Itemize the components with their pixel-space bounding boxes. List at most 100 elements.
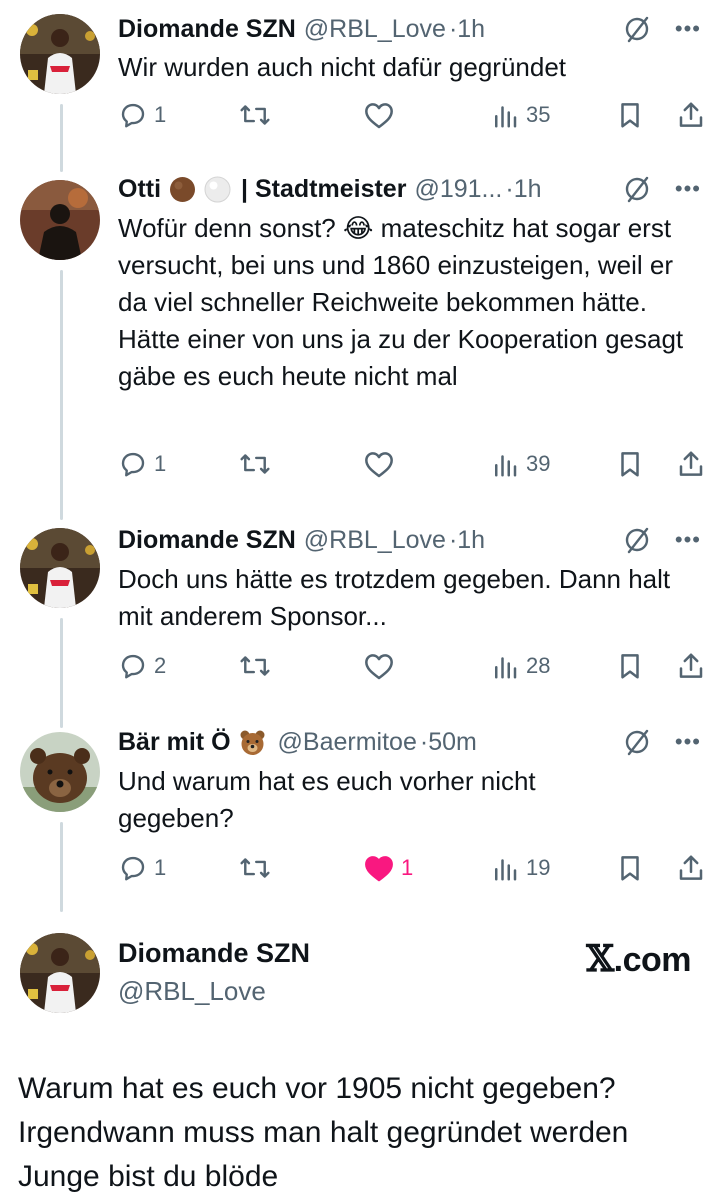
views-button[interactable]: 39 bbox=[490, 447, 550, 481]
like-button[interactable] bbox=[363, 649, 401, 683]
retweet-button[interactable] bbox=[238, 649, 278, 683]
tweet-actions: 1 1 19 bbox=[118, 851, 708, 885]
heart-icon bbox=[363, 449, 395, 479]
bookmark-icon bbox=[615, 100, 645, 130]
tweet-text: Doch uns hätte es trotzdem gegeben. Dann… bbox=[118, 564, 671, 631]
avatar[interactable] bbox=[20, 528, 100, 608]
views-count: 28 bbox=[526, 653, 551, 678]
bear-icon bbox=[239, 729, 266, 756]
bookmark-button[interactable] bbox=[615, 851, 645, 885]
share-icon bbox=[676, 449, 706, 479]
author-handle[interactable]: @191... bbox=[414, 175, 502, 204]
like-button[interactable] bbox=[363, 98, 401, 132]
white-circle-icon bbox=[204, 176, 231, 203]
author-name[interactable]: Diomande SZN bbox=[118, 526, 296, 555]
bookmark-button[interactable] bbox=[615, 447, 645, 481]
grok-icon[interactable] bbox=[623, 15, 651, 43]
author-handle[interactable]: @RBL_Love bbox=[118, 976, 266, 1007]
grok-icon[interactable] bbox=[623, 728, 651, 756]
tweet-actions: 1 35 bbox=[118, 98, 708, 132]
like-count: 1 bbox=[401, 855, 414, 880]
tweet-text: Wir wurden auch nicht dafür gegründet bbox=[118, 52, 567, 82]
tweet-text: Wofür denn sonst? 😂 mateschitz hat sogar… bbox=[118, 213, 684, 391]
grok-icon[interactable] bbox=[623, 175, 651, 203]
share-button[interactable] bbox=[676, 851, 706, 885]
separator-dot: · bbox=[448, 14, 458, 43]
reply-icon bbox=[118, 651, 148, 681]
avatar[interactable] bbox=[20, 180, 100, 260]
share-icon bbox=[676, 100, 706, 130]
author-handle[interactable]: @Baermitoe bbox=[278, 728, 417, 757]
separator-dot: · bbox=[448, 525, 458, 554]
reply-icon bbox=[118, 449, 148, 479]
heart-icon bbox=[363, 100, 395, 130]
views-count: 19 bbox=[526, 855, 551, 880]
more-icon[interactable]: ••• bbox=[675, 178, 701, 200]
brown-circle-icon bbox=[169, 176, 196, 203]
thread-line bbox=[60, 270, 63, 520]
share-icon bbox=[676, 853, 706, 883]
bookmark-icon bbox=[615, 651, 645, 681]
timestamp[interactable]: 1h bbox=[457, 15, 485, 44]
like-button[interactable]: 1 bbox=[363, 851, 413, 885]
separator-dot: · bbox=[419, 727, 429, 756]
avatar[interactable] bbox=[20, 933, 100, 1013]
reply-button[interactable]: 1 bbox=[118, 447, 166, 481]
like-button[interactable] bbox=[363, 447, 401, 481]
retweet-button[interactable] bbox=[238, 98, 278, 132]
author-name[interactable]: Diomande SZN bbox=[118, 938, 310, 969]
author-name[interactable]: Otti bbox=[118, 175, 161, 204]
more-icon[interactable]: ••• bbox=[675, 731, 701, 753]
timestamp[interactable]: 1h bbox=[457, 526, 485, 555]
reply-icon bbox=[118, 853, 148, 883]
reply-icon bbox=[118, 100, 148, 130]
retweet-icon bbox=[238, 449, 272, 479]
reply-count: 1 bbox=[154, 451, 167, 476]
grok-icon[interactable] bbox=[623, 526, 651, 554]
reply-button[interactable]: 1 bbox=[118, 851, 166, 885]
bookmark-icon bbox=[615, 449, 645, 479]
views-button[interactable]: 35 bbox=[490, 98, 550, 132]
x-logo-icon: 𝕏 bbox=[586, 938, 614, 980]
tweet-text: Und warum hat es euch vorher nicht gegeb… bbox=[118, 766, 536, 833]
views-button[interactable]: 28 bbox=[490, 649, 550, 683]
x-com-text: .com bbox=[613, 941, 692, 979]
reply-count: 1 bbox=[154, 102, 167, 127]
thread-line bbox=[60, 104, 63, 172]
bookmark-button[interactable] bbox=[615, 649, 645, 683]
x-com-logo: 𝕏.com bbox=[586, 938, 691, 980]
retweet-icon bbox=[238, 100, 272, 130]
post-text: Warum hat es euch vor 1905 nicht gegeben… bbox=[18, 1072, 629, 1193]
separator-dot: · bbox=[505, 174, 514, 203]
avatar[interactable] bbox=[20, 14, 100, 94]
heart-icon bbox=[363, 853, 395, 883]
reply-button[interactable]: 1 bbox=[118, 98, 166, 132]
timestamp[interactable]: 1h bbox=[514, 175, 542, 204]
thread-line bbox=[60, 618, 63, 728]
reply-button[interactable]: 2 bbox=[118, 649, 166, 683]
more-icon[interactable]: ••• bbox=[675, 18, 701, 40]
retweet-icon bbox=[238, 853, 272, 883]
avatar[interactable] bbox=[20, 732, 100, 812]
retweet-button[interactable] bbox=[238, 851, 278, 885]
retweet-icon bbox=[238, 651, 272, 681]
share-button[interactable] bbox=[676, 98, 706, 132]
views-icon bbox=[490, 651, 520, 681]
author-handle[interactable]: @RBL_Love bbox=[304, 526, 446, 555]
heart-icon bbox=[363, 651, 395, 681]
timestamp[interactable]: 50m bbox=[428, 728, 477, 757]
author-name[interactable]: Bär mit Ö bbox=[118, 728, 231, 757]
views-icon bbox=[490, 449, 520, 479]
bookmark-button[interactable] bbox=[615, 98, 645, 132]
author-name-suffix[interactable]: | Stadtmeister bbox=[241, 175, 406, 204]
author-name[interactable]: Diomande SZN bbox=[118, 15, 296, 44]
views-count: 39 bbox=[526, 451, 551, 476]
views-button[interactable]: 19 bbox=[490, 851, 550, 885]
tweet-actions: 1 39 bbox=[118, 447, 708, 481]
more-icon[interactable]: ••• bbox=[675, 529, 701, 551]
tweet-actions: 2 28 bbox=[118, 649, 708, 683]
author-handle[interactable]: @RBL_Love bbox=[304, 15, 446, 44]
share-button[interactable] bbox=[676, 447, 706, 481]
retweet-button[interactable] bbox=[238, 447, 278, 481]
share-button[interactable] bbox=[676, 649, 706, 683]
